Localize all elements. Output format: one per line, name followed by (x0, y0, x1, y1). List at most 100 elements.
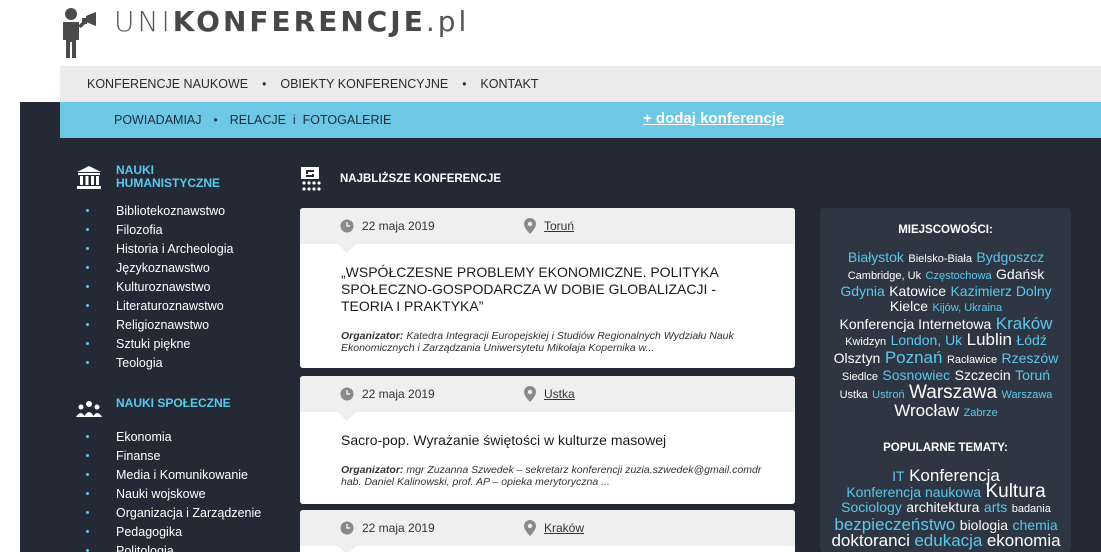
upcoming-title: NAJBLIŻSZE KONFERENCJE (340, 173, 502, 185)
card-city-link[interactable]: Ustka (544, 387, 575, 401)
sidebar-item[interactable]: Media i Komunikowanie (86, 465, 261, 484)
place-tag[interactable]: Poznań (885, 348, 943, 367)
nav-item-contact[interactable]: KONTAKT (480, 77, 538, 91)
place-tag[interactable]: Kielce (890, 298, 928, 314)
people-group-icon (76, 401, 102, 417)
sidebar-item[interactable]: Historia i Archeologia (86, 239, 233, 258)
place-tag[interactable]: Ustka (840, 389, 868, 401)
card-date: 22 maja 2019 (362, 521, 435, 535)
place-tag[interactable]: Toruń (1015, 367, 1050, 383)
bullet-icon (86, 361, 89, 364)
logo-prefix: UNI (114, 5, 173, 38)
sidebar-item[interactable]: Teologia (86, 353, 233, 372)
place-tag[interactable]: London, Uk (891, 332, 963, 348)
place-tag[interactable]: Ustroń (872, 389, 904, 401)
card-meta: 22 maja 2019 Ustka (300, 376, 795, 421)
speaker-megaphone-logo-icon[interactable] (60, 6, 100, 58)
place-tag[interactable]: Zabrze (964, 407, 998, 419)
card-city-link[interactable]: Toruń (544, 219, 574, 233)
sidebar-item[interactable]: Literaturoznawstwo (86, 296, 233, 315)
card-date: 22 maja 2019 (362, 219, 435, 233)
subnav-item-reports[interactable]: RELACJE i FOTOGALERIE (230, 113, 392, 127)
main-nav: KONFERENCJE NAUKOWE • OBIEKTY KONFERENCY… (60, 66, 1101, 102)
sidebar-item[interactable]: Filozofia (86, 220, 233, 239)
place-tag[interactable]: Warszawa (909, 382, 997, 403)
conference-card[interactable]: 22 maja 2019 Kraków (300, 510, 795, 552)
place-tag[interactable]: Wrocław (894, 401, 959, 420)
meta-pointer (338, 244, 356, 253)
humanities-heading[interactable]: NAUKI HUMANISTYCZNE (76, 164, 246, 190)
conference-card[interactable]: 22 maja 2019 Ustka Sacro-pop. Wyrażanie … (300, 376, 795, 504)
sidebar-item-label: Bibliotekoznawstwo (116, 203, 226, 218)
nav-separator: • (462, 77, 467, 91)
location-pin-icon (524, 386, 536, 402)
card-title[interactable]: Sacro-pop. Wyrażanie świętości w kulturz… (341, 432, 761, 449)
place-tag[interactable]: Częstochowa (926, 270, 992, 282)
place-tag[interactable]: Bielsko-Biała (908, 253, 972, 265)
sidebar-item[interactable]: Organizacja i Zarządzenie (86, 503, 261, 522)
card-title[interactable]: „WSPÓŁCZESNE PROBLEMY EKONOMICZNE. POLIT… (341, 264, 761, 315)
conference-card[interactable]: 22 maja 2019 Toruń „WSPÓŁCZESNE PROBLEMY… (300, 208, 795, 368)
sidebar-item-label: Organizacja i Zarządzenie (116, 505, 262, 520)
place-tag[interactable]: Kijów, Ukraina (932, 302, 1002, 314)
nav-separator: • (262, 77, 267, 91)
sidebar-item[interactable]: Sztuki piękne (86, 334, 233, 353)
topic-tag[interactable]: Konferencja naukowa (846, 484, 981, 500)
nav-item-venues[interactable]: OBIEKTY KONFERENCYJNE (280, 77, 448, 91)
place-tag[interactable]: Kazimierz Dolny (950, 283, 1051, 299)
place-tag[interactable]: Cambridge, Uk (848, 270, 921, 282)
place-tag[interactable]: Rzeszów (1002, 350, 1059, 366)
sidebar-item-label: Religioznawstwo (116, 317, 210, 332)
place-tag[interactable]: Łódź (1016, 332, 1046, 348)
sidebar-item-label: Kulturoznawstwo (116, 279, 211, 294)
add-conference-link[interactable]: + dodaj konferencje (643, 110, 784, 127)
topic-tag[interactable]: doktoranci (831, 531, 909, 550)
place-tag[interactable]: Warszawa (1001, 389, 1052, 401)
sidebar-item[interactable]: Bibliotekoznawstwo (86, 201, 233, 220)
place-tag[interactable]: Olsztyn (834, 350, 881, 366)
sidebar-item[interactable]: Nauki wojskowe (86, 484, 261, 503)
location-pin-icon (524, 218, 536, 234)
place-tag[interactable]: Kwidzyn (845, 336, 886, 348)
place-tag[interactable]: Białystok (848, 249, 904, 265)
bullet-icon (86, 473, 89, 476)
sidebar-item[interactable]: Religioznawstwo (86, 315, 233, 334)
place-tag[interactable]: Szczecin (955, 367, 1011, 383)
meta-pointer (338, 412, 356, 421)
humanities-title: NAUKI HUMANISTYCZNE (116, 163, 220, 190)
topic-tag[interactable]: badania (1012, 503, 1051, 515)
card-organizer: Organizator: Katedra Integracji Europejs… (341, 330, 771, 354)
sidebar-item[interactable]: Kulturoznawstwo (86, 277, 233, 296)
place-tag[interactable]: Gdańsk (996, 266, 1044, 282)
sidebar-item[interactable]: Politologia (86, 541, 261, 552)
sidebar-item[interactable]: Językoznawstwo (86, 258, 233, 277)
site-logo[interactable]: UNIKONFERENCJE.pl (114, 2, 469, 42)
bullet-icon (86, 511, 89, 514)
place-tag[interactable]: Racławice (947, 354, 997, 366)
topic-tag[interactable]: architektura (906, 499, 979, 515)
sidebar-item[interactable]: Pedagogika (86, 522, 261, 541)
bullet-icon (86, 342, 89, 345)
nav-item-conferences[interactable]: KONFERENCJE NAUKOWE (87, 77, 248, 91)
place-tag[interactable]: Siedlce (842, 371, 878, 383)
places-title: MIEJSCOWOŚCI: (898, 224, 993, 236)
place-tag[interactable]: Bydgoszcz (976, 249, 1044, 265)
topic-tag[interactable]: IT (892, 468, 904, 484)
place-tag[interactable]: Gdynia (840, 283, 884, 299)
sidebar-item-label: Politologia (116, 543, 174, 552)
place-tag[interactable]: Sosnowiec (882, 367, 950, 383)
topic-tag[interactable]: Sociology (841, 499, 902, 515)
place-tag[interactable]: Lublin (967, 330, 1012, 349)
subnav-item-notify[interactable]: POWIADAMIAJ (114, 113, 202, 127)
social-heading[interactable]: NAUKI SPOŁECZNE (76, 396, 246, 422)
topic-tag[interactable]: ekonomia (987, 531, 1061, 550)
bullet-icon (86, 247, 89, 250)
card-city-link[interactable]: Kraków (544, 521, 584, 535)
sidebar-item[interactable]: Finanse (86, 446, 261, 465)
sidebar-item-label: Ekonomia (116, 429, 172, 444)
place-tag[interactable]: Katowice (889, 283, 946, 299)
topic-tag[interactable]: edukacja (914, 531, 982, 550)
humanities-list: Bibliotekoznawstwo Filozofia Historia i Ar… (86, 201, 233, 372)
topic-tag[interactable]: arts (984, 499, 1007, 515)
sidebar-item[interactable]: Ekonomia (86, 427, 261, 446)
